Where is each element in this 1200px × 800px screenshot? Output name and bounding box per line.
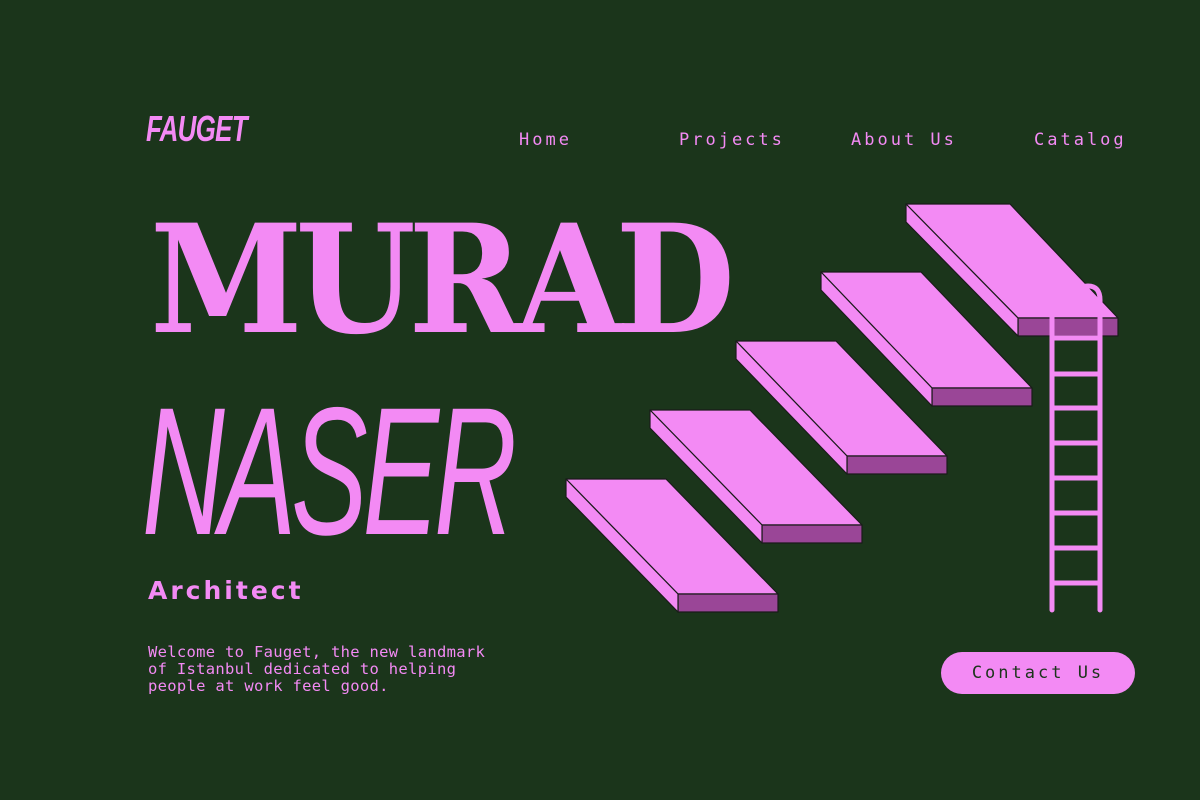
stair-step-3 — [735, 340, 948, 475]
headline-last-name: NASER — [142, 369, 517, 573]
role-subtitle: Architect — [148, 576, 304, 605]
contact-us-button[interactable]: Contact Us — [941, 652, 1135, 694]
stair-step-2 — [820, 271, 1033, 407]
stair-step-5 — [565, 478, 779, 613]
nav-about-us[interactable]: About Us — [851, 130, 957, 150]
main-nav: Home Projects About Us Catalog — [0, 130, 1200, 154]
headline-first-name: MURAD — [150, 192, 735, 368]
nav-home[interactable]: Home — [519, 130, 572, 150]
nav-catalog[interactable]: Catalog — [1034, 130, 1127, 150]
ladder — [1027, 283, 1103, 613]
welcome-text: Welcome to Fauget, the new landmark of I… — [148, 643, 486, 695]
nav-projects[interactable]: Projects — [679, 130, 785, 150]
stair-step-4 — [649, 409, 863, 544]
stair-step-1 — [905, 203, 1119, 337]
